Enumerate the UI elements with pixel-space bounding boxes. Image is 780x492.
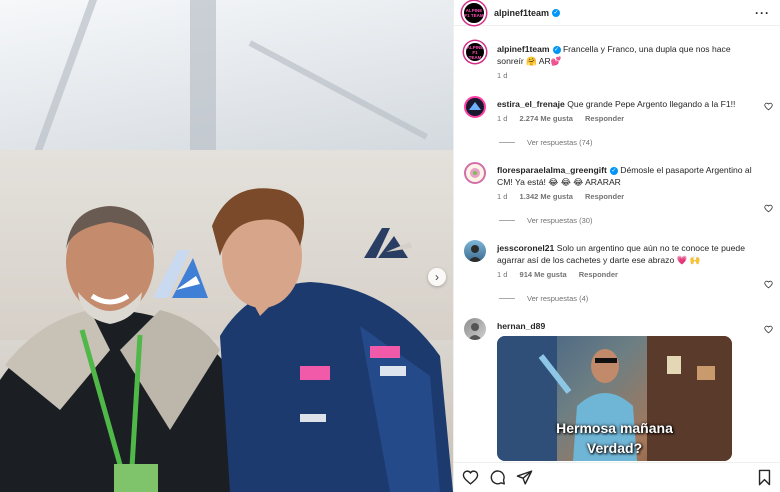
like-comment-heart-icon[interactable] (764, 102, 773, 111)
gif-caption-line1: Hermosa mañana (556, 420, 673, 436)
comment-time: 1 d (497, 192, 508, 201)
caption-avatar[interactable]: ALPINE F1 TEAM (464, 41, 486, 63)
view-replies-button[interactable]: Ver respuestas (74) (499, 138, 592, 147)
comment-time: 1 d (497, 114, 508, 123)
comment-body: estira_el_frenaje Que grande Pepe Argent… (497, 98, 759, 125)
comment-username[interactable]: estira_el_frenaje (497, 99, 565, 109)
author-avatar[interactable]: ALPINE F1 TEAM (462, 0, 486, 25)
person-young-man (212, 188, 453, 492)
reply-button[interactable]: Responder (579, 270, 618, 279)
share-paper-plane-icon[interactable] (516, 469, 533, 486)
save-bookmark-icon[interactable] (756, 469, 773, 486)
commenter-avatar[interactable] (464, 162, 486, 184)
reply-button[interactable]: Responder (585, 192, 624, 201)
post-header: ALPINE F1 TEAM alpinef1team ✓ ··· (454, 0, 780, 26)
comment-meta: 1 d 1.342 Me gusta Responder (497, 191, 759, 203)
avatar-logo-text: ALPINE F1 TEAM (464, 7, 484, 18)
caption-time: 1 d (497, 71, 508, 80)
verified-badge-icon: ✓ (552, 8, 561, 17)
view-replies-button[interactable]: Ver respuestas (30) (499, 216, 592, 225)
caption-meta: 1 d (497, 70, 759, 82)
comment-body: floresparaelalma_greengift ✓ Démosle el p… (497, 164, 759, 203)
comment-username[interactable]: hernan_d89 (497, 321, 545, 331)
view-replies-button[interactable]: Ver respuestas (4) (499, 294, 588, 303)
comment-body: hernan_d89 (497, 320, 759, 332)
reply-button[interactable]: Responder (585, 114, 624, 123)
comment-likes[interactable]: 914 Me gusta (520, 270, 567, 279)
commenter-avatar[interactable] (464, 240, 486, 262)
comment-likes[interactable]: 2.274 Me gusta (520, 114, 573, 123)
like-comment-heart-icon[interactable] (764, 204, 773, 213)
like-comment-heart-icon[interactable] (764, 280, 773, 289)
caption-body: alpinef1team ✓ Francella y Franco, una du… (497, 43, 759, 82)
comment-meta: 1 d 914 Me gusta Responder (497, 269, 759, 281)
caption: ALPINE F1 TEAM alpinef1team ✓ Francella y… (454, 41, 780, 85)
post-photo[interactable]: › (0, 0, 453, 492)
comment-gif[interactable]: Hermosa mañana Verdad? (497, 336, 732, 461)
commenter-avatar[interactable] (464, 318, 486, 340)
comment-item: jesscoronel21 Solo un argentino que aún … (454, 238, 780, 306)
comment-body: jesscoronel21 Solo un argentino que aún … (497, 242, 759, 281)
comment-bubble-icon[interactable] (489, 469, 506, 486)
gif-caption-line2: Verdad? (586, 440, 643, 456)
avatar-logo-text: ALPINE F1 TEAM (466, 44, 484, 60)
author-username[interactable]: alpinef1team (494, 8, 549, 18)
view-replies-label: Ver respuestas (74) (527, 138, 593, 147)
view-replies-label: Ver respuestas (4) (527, 294, 589, 303)
comment-likes[interactable]: 1.342 Me gusta (520, 192, 573, 201)
next-photo-button[interactable]: › (428, 268, 446, 286)
like-heart-icon[interactable] (462, 469, 479, 486)
comment-item: estira_el_frenaje Que grande Pepe Argent… (454, 94, 780, 150)
verified-badge-icon: ✓ (552, 45, 561, 54)
comment-item: floresparaelalma_greengift ✓ Démosle el p… (454, 160, 780, 228)
comment-time: 1 d (497, 270, 508, 279)
comment-username[interactable]: floresparaelalma_greengift (497, 165, 607, 175)
post-panel: ALPINE F1 TEAM alpinef1team ✓ ··· ALPINE… (453, 0, 780, 492)
more-options-icon[interactable]: ··· (755, 6, 770, 20)
verified-badge-icon: ✓ (609, 166, 618, 175)
comment-meta: 1 d 2.274 Me gusta Responder (497, 113, 759, 125)
commenter-avatar[interactable] (464, 96, 486, 118)
ceiling-beam (190, 0, 216, 170)
comment-text: Que grande Pepe Argento llegando a la F1… (567, 99, 736, 109)
post-actions-bar (454, 462, 780, 492)
like-comment-heart-icon[interactable] (764, 325, 773, 334)
comment-username[interactable]: jesscoronel21 (497, 243, 554, 253)
view-replies-label: Ver respuestas (30) (527, 216, 593, 225)
caption-username[interactable]: alpinef1team (497, 44, 550, 54)
